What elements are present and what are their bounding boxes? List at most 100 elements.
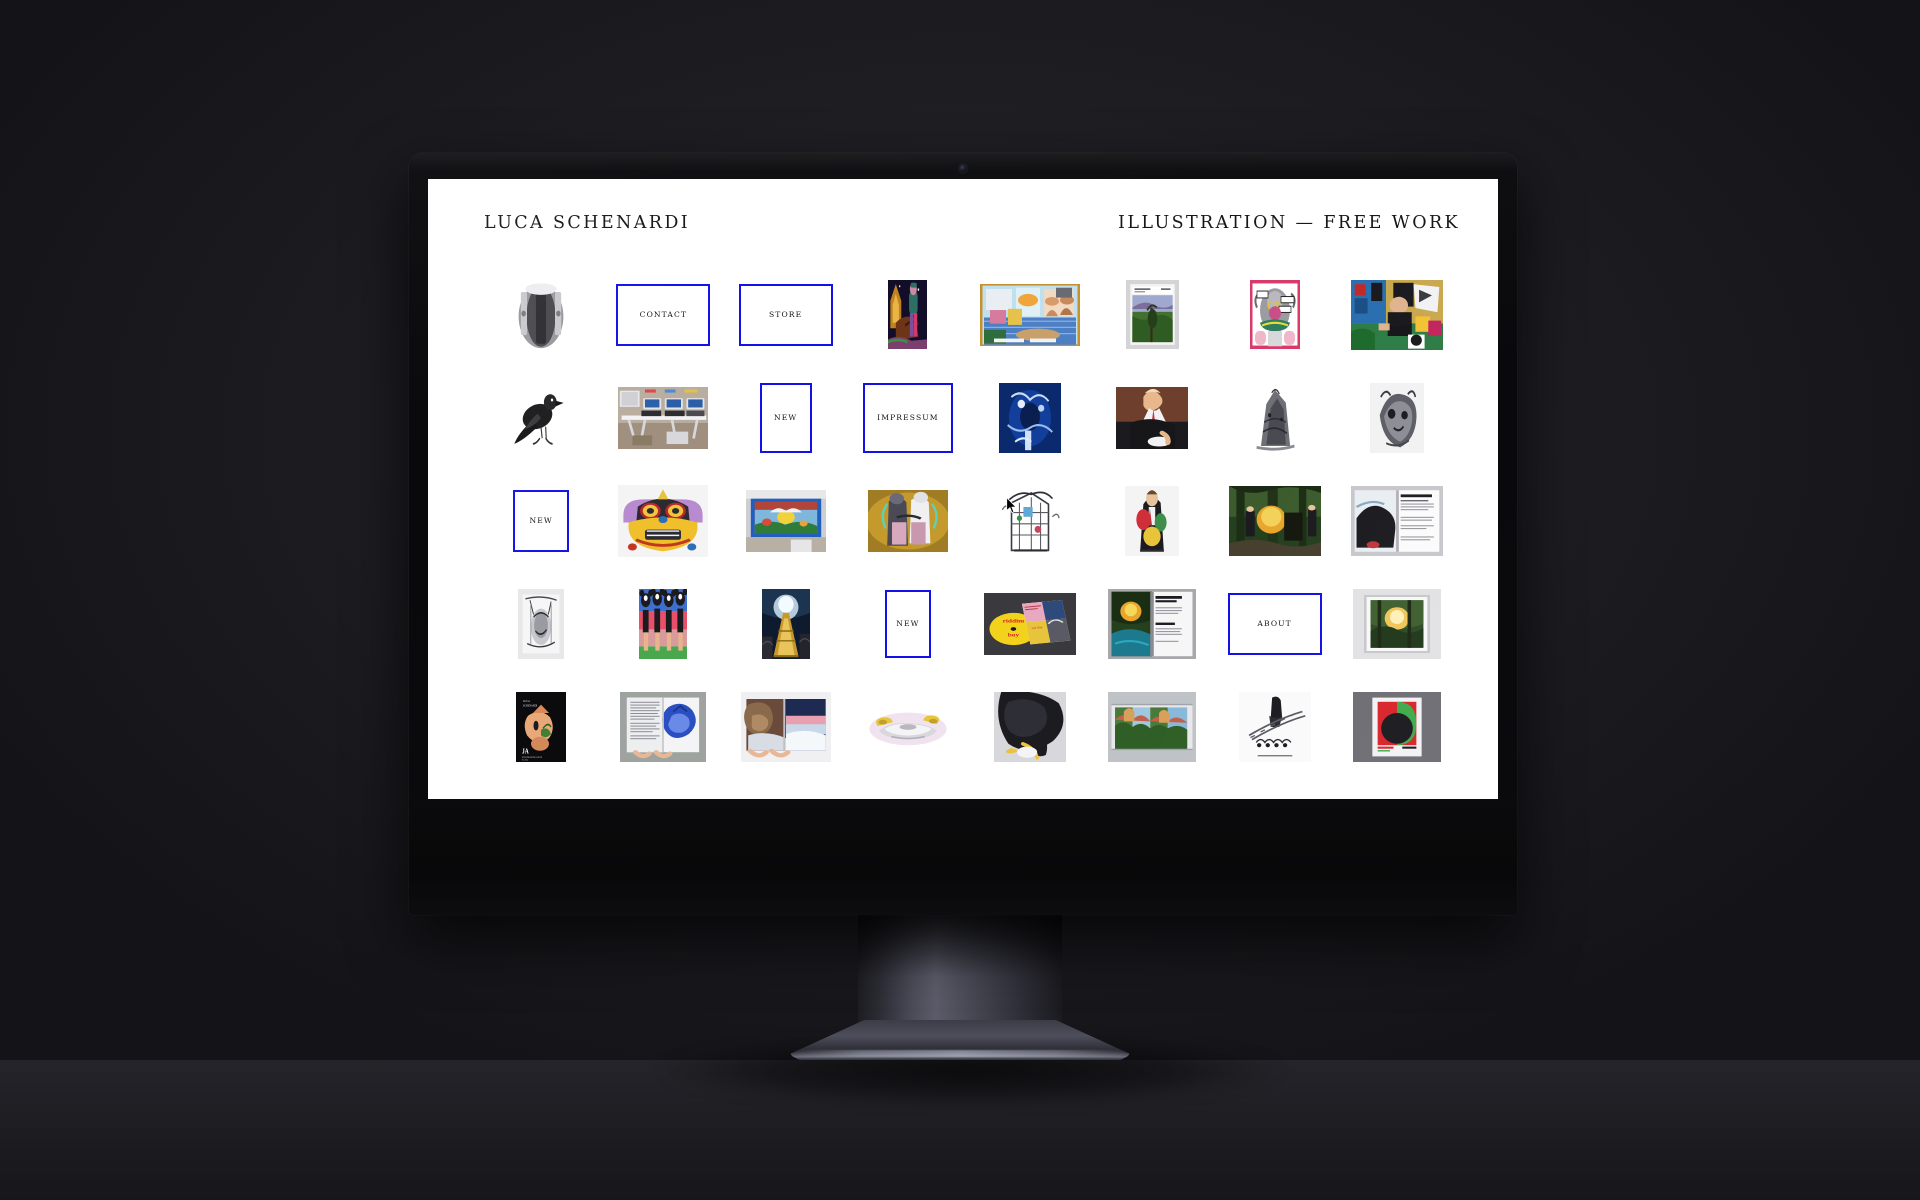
grid-cell-thumbnail <box>1095 572 1209 675</box>
grid-cell-link: ABOUT <box>1218 572 1332 675</box>
portfolio-thumbnail-figure-holding-object[interactable] <box>1125 485 1180 556</box>
portfolio-grid: CONTACT STORE Ciao NEW IMPRESSUM NEW NEW… <box>484 263 1454 799</box>
svg-text:LUCA: LUCA <box>523 698 530 703</box>
portfolio-thumbnail-magazine-spread-schenardi[interactable] <box>1350 485 1443 556</box>
grid-cell-thumbnail <box>1340 572 1454 675</box>
svg-text:riddim: riddim <box>1003 618 1026 624</box>
portfolio-thumbnail-man-in-suit-flame-head[interactable] <box>1116 386 1189 449</box>
portfolio-thumbnail-artist-studio-portrait[interactable] <box>1350 279 1443 350</box>
portfolio-thumbnail-accordion-book-landscape[interactable] <box>1108 691 1197 762</box>
grid-cell-thumbnail <box>484 366 598 469</box>
portfolio-thumbnail-two-figures-gold-backdrop[interactable] <box>867 489 948 552</box>
nav-link-new[interactable]: NEW <box>759 382 812 453</box>
grid-cell-thumbnail <box>1218 675 1332 778</box>
nav-link-about[interactable]: ABOUT <box>1227 592 1322 655</box>
grid-cell-link: NEW <box>484 469 598 572</box>
grid-cell-link: IMPRESSUM <box>851 366 965 469</box>
nav-link-contact[interactable]: CONTACT <box>616 283 711 346</box>
site-header: LUCA SCHENARDI ILLUSTRATION — FREE WORK <box>428 213 1498 233</box>
scene-backdrop: LUCA SCHENARDI ILLUSTRATION — FREE WORK … <box>0 0 1920 1200</box>
grid-cell-thumbnail <box>851 469 965 572</box>
portfolio-thumbnail-framed-forest-print-wall[interactable] <box>1352 588 1441 659</box>
portfolio-thumbnail-black-sphere-bird-render[interactable] <box>994 691 1067 762</box>
grid-cell-thumbnail <box>1340 675 1454 778</box>
grid-cell-thumbnail <box>606 778 720 799</box>
grid-cell-thumbnail <box>851 263 965 366</box>
grid-cell-thumbnail <box>1095 675 1209 778</box>
grid-cell-thumbnail <box>1340 263 1454 366</box>
grid-cell-thumbnail <box>606 366 720 469</box>
portfolio-thumbnail-golden-tower-night-collage[interactable] <box>761 588 810 659</box>
nav-link-store[interactable]: STORE <box>738 283 833 346</box>
page-title: LUCA SCHENARDI <box>484 213 691 233</box>
grid-cell-thumbnail: LUCA SCHENARDI JA KUNSTMUSEUM LUZERN 8.2… <box>484 675 598 778</box>
portfolio-thumbnail-vinyl-record-and-sleeve[interactable]: riddim boy all the <box>984 592 1077 655</box>
grid-cell-thumbnail <box>1218 366 1332 469</box>
grid-cell-thumbnail <box>851 778 965 799</box>
portfolio-thumbnail-interior-collage-people[interactable] <box>980 283 1081 346</box>
portfolio-thumbnail-white-poster-line-drawing[interactable] <box>1238 691 1311 762</box>
grid-cell-thumbnail <box>729 675 843 778</box>
svg-text:JA: JA <box>522 747 529 755</box>
grid-cell-thumbnail <box>1095 366 1209 469</box>
portfolio-thumbnail-blue-framed-mural-room[interactable] <box>745 489 826 552</box>
portfolio-thumbnail-silver-creature-render[interactable] <box>865 702 950 751</box>
desktop-monitor: LUCA SCHENARDI ILLUSTRATION — FREE WORK … <box>409 153 1517 915</box>
website-page: LUCA SCHENARDI ILLUSTRATION — FREE WORK … <box>428 179 1498 799</box>
portfolio-thumbnail-mickey-mouse-crowd-poster[interactable] <box>639 588 688 659</box>
grid-cell-thumbnail: Ciao <box>1218 263 1332 366</box>
svg-text:SCHENARDI: SCHENARDI <box>523 703 537 708</box>
grid-cell-link: CONTACT <box>606 263 720 366</box>
portfolio-thumbnail-black-crow-drawing[interactable] <box>512 381 571 454</box>
grid-cell-thumbnail <box>973 366 1087 469</box>
grid-cell-thumbnail <box>1218 469 1332 572</box>
grid-cell-thumbnail <box>1340 778 1454 799</box>
portfolio-thumbnail-knight-and-horse-night[interactable] <box>888 280 928 349</box>
grid-cell-link: NEW <box>729 366 843 469</box>
webcam-icon <box>959 165 967 172</box>
svg-text:boy: boy <box>1008 632 1020 638</box>
portfolio-thumbnail-golden-barong-mask[interactable] <box>618 484 709 557</box>
nav-link-impressum[interactable]: IMPRESSUM <box>862 382 953 453</box>
portfolio-thumbnail-blue-cyanotype-figure[interactable] <box>999 382 1062 453</box>
grid-cell-thumbnail <box>851 675 965 778</box>
grid-cell-thumbnail <box>1095 778 1209 799</box>
nav-link-new[interactable]: NEW <box>513 489 570 552</box>
grid-cell-thumbnail <box>729 469 843 572</box>
grid-cell-thumbnail <box>973 675 1087 778</box>
grid-cell-thumbnail <box>1095 263 1209 366</box>
grid-cell-thumbnail <box>1340 366 1454 469</box>
portfolio-thumbnail-open-book-arctic-landscape[interactable] <box>740 691 831 762</box>
svg-text:KUNSTMUSEUM LUZERN: KUNSTMUSEUM LUZERN <box>522 756 542 758</box>
portfolio-thumbnail-graphite-skull-drawing[interactable] <box>1369 382 1424 453</box>
grid-cell-thumbnail <box>973 469 1087 572</box>
grid-cell-thumbnail <box>1340 469 1454 572</box>
portfolio-thumbnail-pink-bordered-poster[interactable]: Ciao <box>1249 280 1300 349</box>
grid-cell-thumbnail <box>1218 778 1332 799</box>
section-title: ILLUSTRATION — FREE WORK <box>1118 213 1460 233</box>
monitor-screen: LUCA SCHENARDI ILLUSTRATION — FREE WORK … <box>428 179 1498 799</box>
portfolio-thumbnail-open-book-blue-drawing[interactable] <box>620 691 707 762</box>
svg-text:8.2.2014: 8.2.2014 <box>522 759 528 761</box>
portfolio-thumbnail-forest-installation-photo[interactable] <box>1228 485 1321 556</box>
grid-cell-thumbnail <box>484 263 598 366</box>
nav-link-new[interactable]: NEW <box>884 589 931 658</box>
grid-cell-thumbnail <box>606 572 720 675</box>
portfolio-thumbnail-book-spread-forest-text[interactable] <box>1108 588 1197 659</box>
portfolio-thumbnail-pencil-hanging-figure[interactable] <box>518 588 565 659</box>
grid-cell-thumbnail <box>484 778 598 799</box>
portfolio-thumbnail-ja-poster-house-figure[interactable]: LUCA SCHENARDI JA KUNSTMUSEUM LUZERN 8.2… <box>516 691 567 762</box>
grid-cell-thumbnail <box>729 572 843 675</box>
portfolio-thumbnail-graphite-rock-drawing[interactable] <box>1247 382 1302 453</box>
portfolio-thumbnail-sculptural-metal-orb[interactable] <box>513 278 570 351</box>
grid-cell-link: NEW <box>851 572 965 675</box>
grid-cell-thumbnail <box>1095 469 1209 572</box>
portfolio-thumbnail-framed-landscape-print[interactable] <box>1125 280 1179 349</box>
portfolio-thumbnail-computer-lab-photo[interactable] <box>618 386 709 449</box>
monitor-stand-base-highlight <box>795 1050 1125 1057</box>
grid-cell-thumbnail <box>606 469 720 572</box>
monitor-chin <box>409 799 1517 915</box>
portfolio-thumbnail-green-red-poster-framed[interactable] <box>1352 691 1441 762</box>
portfolio-thumbnail-ink-structure-sketch[interactable] <box>997 485 1064 556</box>
grid-cell-thumbnail <box>606 675 720 778</box>
